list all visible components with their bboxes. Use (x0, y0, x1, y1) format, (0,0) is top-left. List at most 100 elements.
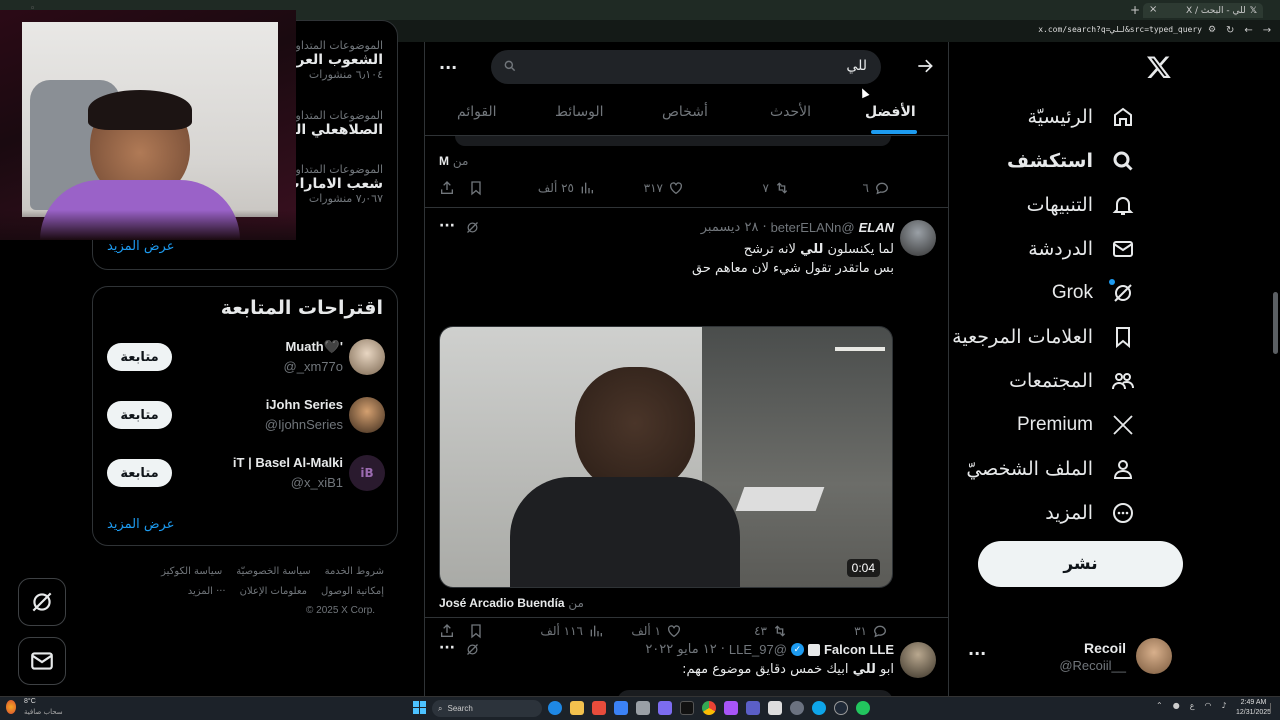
footer-privacy-link[interactable]: سياسة الخصوصيّة (236, 566, 310, 577)
nav-notifications[interactable]: التنبيهات (1027, 183, 1135, 227)
like-button[interactable]: ١ ألف (631, 623, 682, 639)
follow-suggestion[interactable]: iJohn Series @IjohnSeries متابعة (93, 395, 399, 453)
nav-profile[interactable]: الملف الشخصيّ (966, 447, 1135, 491)
tweet-author-handle[interactable]: @beterELANn (771, 220, 855, 235)
share-icon[interactable] (439, 623, 455, 639)
unity-icon[interactable] (636, 701, 650, 715)
reload-icon[interactable]: ↻ (1226, 25, 1234, 36)
page-scrollbar[interactable] (1273, 292, 1278, 354)
messages-float-button[interactable] (18, 637, 66, 685)
trends-show-more[interactable]: عرض المزيد (107, 239, 174, 254)
grok-explain-icon[interactable] (465, 642, 480, 657)
chrome-icon[interactable] (702, 701, 716, 715)
tweet-author-handle[interactable]: @LLE_97 (729, 642, 787, 657)
retweet-button[interactable]: ٤٣ (754, 623, 788, 639)
tweet-more-icon[interactable]: ··· (439, 218, 455, 234)
nav-explore[interactable]: استكشف (1007, 139, 1135, 183)
retweet-button[interactable]: ٧ (763, 180, 790, 196)
nav-premium[interactable]: Premium (1017, 403, 1135, 447)
wifi-icon[interactable]: ◠ (1204, 701, 1211, 710)
follow-button[interactable]: متابعة (107, 401, 172, 429)
tweet-avatar[interactable] (900, 642, 936, 678)
tweet-date[interactable]: ١٢ مايو ٢٠٢٢ (645, 642, 716, 657)
back-arrow-icon[interactable] (915, 56, 935, 76)
tweet-prev[interactable]: من M ٦ ٧ ٣١٧ ٢٥ ألف (425, 136, 948, 208)
views-button[interactable]: ١١٦ ألف (540, 623, 604, 639)
tab-people[interactable]: أشخاص (662, 104, 708, 120)
follow-suggestion[interactable]: iB iT | Basel Al-Malki @x_xiB1 متابعة (93, 453, 399, 511)
bookmark-icon[interactable] (468, 623, 484, 639)
share-icon[interactable] (439, 180, 455, 196)
app-icon[interactable] (768, 701, 782, 715)
x-logo-icon[interactable] (1146, 54, 1174, 82)
tiktok-icon[interactable] (680, 701, 694, 715)
weather-temp[interactable]: 8°C (24, 698, 36, 705)
app-icon[interactable] (724, 701, 738, 715)
windows-start-icon[interactable] (413, 701, 426, 714)
volume-icon[interactable]: ♪ (1221, 701, 1226, 710)
reply-button[interactable]: ٣١ (854, 623, 888, 639)
footer-accessibility-link[interactable]: إمكانية الوصول (321, 586, 384, 597)
nav-communities[interactable]: المجتمعات (1009, 359, 1135, 403)
system-tray[interactable]: ⌃ ● ع ◠ ♪ (1156, 701, 1227, 710)
xbox-icon[interactable] (856, 701, 870, 715)
microphone-icon[interactable]: ● (1173, 701, 1180, 710)
account-switcher[interactable]: Recoil @Recoiil__ ··· (960, 630, 1180, 684)
back-icon[interactable]: ← (1244, 25, 1252, 36)
like-button[interactable]: ٣١٧ (644, 180, 684, 196)
grok-explain-icon[interactable] (465, 220, 480, 235)
active-tab[interactable]: 𝕏 للي - البحث / X (1143, 3, 1263, 18)
discord-icon[interactable] (658, 701, 672, 715)
nav-more[interactable]: المزيد (1045, 491, 1135, 535)
new-tab-icon[interactable]: + (1130, 3, 1140, 17)
tray-chevron-icon[interactable]: ⌃ (1156, 701, 1163, 710)
show-desktop-button[interactable] (1270, 703, 1276, 713)
file-explorer-icon[interactable] (570, 701, 584, 715)
tab-top[interactable]: الأفضل (865, 104, 916, 120)
trend-item[interactable]: الموضوعات المتداولة شعب الامارات ٧٫٠٦٧ م… (286, 163, 383, 205)
follow-button[interactable]: متابعة (107, 343, 172, 371)
language-icon[interactable]: ع (1190, 701, 1195, 710)
post-button[interactable]: نشر (978, 541, 1183, 587)
tab-lists[interactable]: القوائم (457, 104, 497, 120)
settings-icon[interactable] (790, 701, 804, 715)
search-options-icon[interactable]: ··· (439, 58, 457, 77)
edge-icon[interactable] (548, 701, 562, 715)
follow-suggestion[interactable]: Muath🖤' @_xm77o متابعة (93, 337, 399, 395)
url-field[interactable]: x.com/search?q=للي&src=typed_query (1038, 25, 1202, 34)
footer-more-link[interactable]: ··· المزيد (188, 586, 226, 597)
nav-messages[interactable]: الدردشة (1028, 227, 1135, 271)
search-input[interactable]: للي (491, 50, 881, 84)
forward-icon[interactable]: → (1263, 25, 1271, 36)
tweet-author-name[interactable]: ELAN (859, 220, 894, 235)
tweet-author-name[interactable]: Falcon LLE (824, 642, 894, 657)
tweet-video[interactable]: 0:04 (439, 326, 893, 588)
tweet-avatar[interactable] (900, 220, 936, 256)
from-name[interactable]: José Arcadio Buendía (439, 596, 565, 610)
nav-home[interactable]: الرئيسيّة (1028, 95, 1135, 139)
mail-app-icon[interactable] (614, 701, 628, 715)
bookmark-icon[interactable] (468, 180, 484, 196)
tab-latest[interactable]: الأحدث (770, 104, 811, 120)
tweet-date[interactable]: ٢٨ ديسمبر (701, 220, 759, 235)
tweet-elan[interactable]: ELAN @beterELANn · ٢٨ ديسمبر ··· لما يكن… (425, 208, 948, 618)
browser-icon[interactable] (834, 701, 848, 715)
calendar-icon[interactable] (592, 701, 606, 715)
taskbar-clock[interactable]: 2:49 AM 12/31/2025 (1236, 698, 1271, 718)
close-tab-icon[interactable]: × (1149, 4, 1157, 15)
teams-icon[interactable] (746, 701, 760, 715)
obs-icon[interactable] (812, 701, 826, 715)
reply-button[interactable]: ٦ (863, 180, 890, 196)
nav-bookmarks[interactable]: العلامات المرجعية (952, 315, 1135, 359)
nav-grok[interactable]: Grok (1052, 271, 1135, 315)
tweet-more-icon[interactable]: ··· (439, 640, 455, 656)
grok-float-button[interactable] (18, 578, 66, 626)
footer-terms-link[interactable]: شروط الخدمة (325, 566, 384, 577)
weather-desc[interactable]: سحاب صافية (24, 708, 63, 716)
follow-button[interactable]: متابعة (107, 459, 172, 487)
footer-cookies-link[interactable]: سياسة الكوكيز (161, 566, 222, 577)
taskbar-search[interactable]: ⌕ Search (432, 700, 542, 717)
tab-media[interactable]: الوسائط (555, 104, 604, 120)
follow-show-more[interactable]: عرض المزيد (107, 517, 174, 532)
footer-ads-info-link[interactable]: معلومات الإعلان (240, 586, 307, 597)
